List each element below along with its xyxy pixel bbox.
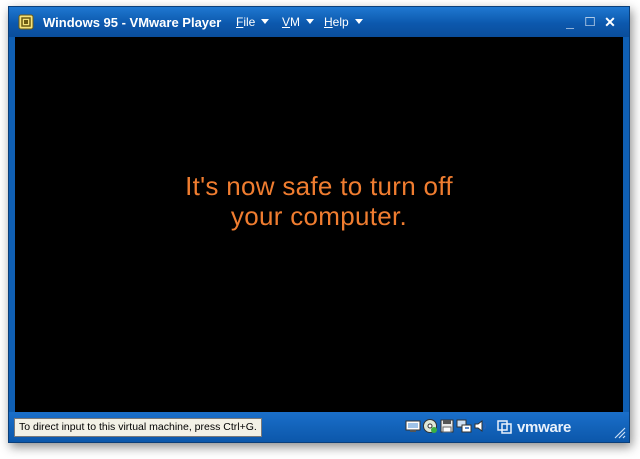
cd-drive-icon[interactable]: [422, 418, 438, 434]
maximize-button[interactable]: □: [581, 13, 599, 31]
minimize-button[interactable]: _: [561, 13, 579, 31]
menu-file[interactable]: File: [236, 15, 270, 29]
shutdown-message-line1: It's now safe to turn off: [185, 171, 453, 201]
vmware-logo: vmware: [497, 419, 572, 436]
sound-icon[interactable]: [473, 418, 489, 434]
vm-display[interactable]: It's now safe to turn off your computer.: [15, 37, 623, 413]
usb-icon[interactable]: [456, 418, 472, 434]
menu-vm[interactable]: VM: [282, 15, 315, 29]
chevron-down-icon: [354, 19, 363, 24]
chevron-down-icon: [306, 19, 315, 24]
vmware-logo-text: vmware: [517, 419, 572, 436]
window-title: Windows 95 - VMware Player: [43, 15, 222, 30]
chevron-down-icon: [261, 19, 270, 24]
device-tray: [405, 417, 495, 437]
menu-help[interactable]: Help: [324, 15, 363, 29]
vmware-player-window: Windows 95 - VMware Player File VM Help …: [8, 6, 630, 443]
vmware-app-icon[interactable]: [18, 14, 34, 30]
resize-grip-icon[interactable]: [612, 425, 626, 439]
status-bar: To direct input to this virtual machine,…: [9, 412, 629, 442]
floppy-icon[interactable]: [439, 418, 455, 434]
input-hint: To direct input to this virtual machine,…: [14, 418, 262, 437]
close-button[interactable]: ✕: [601, 13, 619, 31]
network-icon[interactable]: [405, 418, 421, 434]
shutdown-message-line2: your computer.: [230, 201, 408, 231]
vmware-logo-mark-icon: [497, 420, 512, 434]
title-bar[interactable]: Windows 95 - VMware Player File VM Help …: [9, 7, 629, 37]
